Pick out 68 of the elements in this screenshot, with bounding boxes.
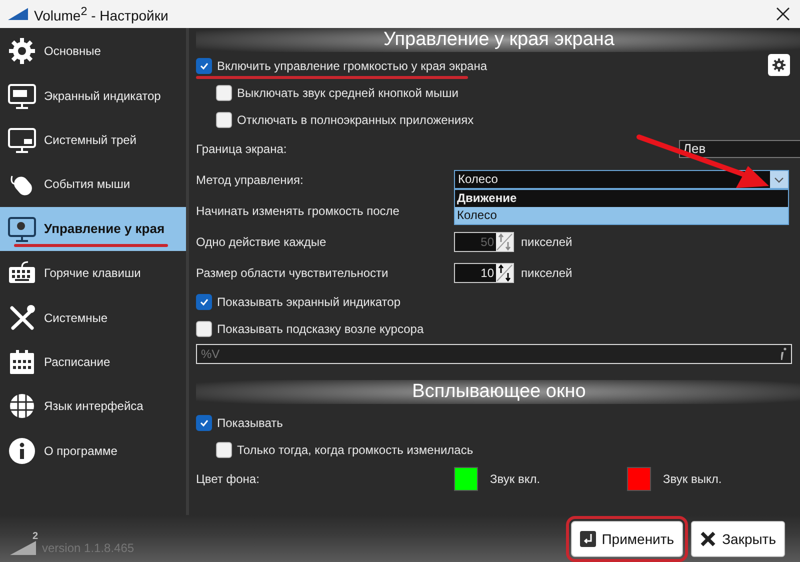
check-icon	[199, 296, 209, 306]
calendar-icon	[8, 348, 36, 376]
tools-icon	[8, 304, 36, 332]
field-label: Метод управления:	[196, 172, 304, 186]
monitor-icon	[8, 214, 36, 243]
field-label: Размер области чувствительности	[196, 266, 390, 280]
sidebar-item[interactable]: О программе	[0, 428, 186, 473]
section-header: Управление у края экрана	[196, 28, 800, 52]
section-header: Всплывающее окно	[196, 380, 800, 404]
checkbox[interactable]	[196, 320, 212, 336]
up-down-arrows-icon	[496, 232, 513, 250]
checkbox-label[interactable]: Показывать экранный индикатор	[217, 294, 401, 308]
checkbox-label[interactable]: Только тогда, когда громкость изменилась	[237, 442, 474, 456]
enter-key-icon	[580, 530, 596, 546]
monitor-icon	[8, 82, 36, 110]
sidebar-item[interactable]: Язык интерфейса	[0, 384, 186, 429]
close-icon	[700, 530, 716, 546]
field-label: Цвет фона:	[196, 472, 260, 486]
info-icon	[781, 347, 787, 361]
check-icon	[199, 418, 209, 428]
sidebar-item[interactable]: Основные	[0, 29, 186, 74]
unit-label: пикселей	[521, 266, 572, 280]
checkbox[interactable]	[196, 414, 212, 430]
sidebar-item[interactable]: Экранный индикатор	[0, 73, 186, 118]
checkbox-label[interactable]: Показывать	[217, 416, 283, 430]
dropdown-option[interactable]: Колесо	[455, 207, 788, 224]
swatch-label: Звук выкл.	[663, 472, 723, 486]
window-title: Volume$^{2}$ - Настройки	[34, 4, 170, 24]
checkbox[interactable]	[196, 294, 212, 310]
volume-logo-icon	[8, 8, 28, 20]
check-icon	[199, 60, 209, 70]
checkbox-label[interactable]: Включить управление громкостью у края экрана	[217, 58, 488, 72]
color-swatch[interactable]	[627, 467, 651, 491]
unit-label: пикселей	[521, 234, 572, 248]
checkbox-label[interactable]: Отключать в полноэкранных приложениях	[237, 112, 474, 126]
checkbox[interactable]	[196, 58, 212, 74]
sidebar-item[interactable]: Горячие клавиши	[0, 250, 186, 296]
sidebar-item[interactable]: Системный трей	[0, 118, 186, 162]
volume-logo: 2	[10, 534, 36, 554]
field-label: Одно действие каждые	[196, 234, 328, 248]
up-down-arrows-icon	[496, 264, 513, 282]
settings-icon	[772, 58, 786, 72]
sidebar-item[interactable]: События мыши	[0, 162, 186, 207]
close-icon	[776, 7, 790, 21]
close-button[interactable]: Закрыть	[691, 520, 785, 556]
volume-wedge-icon	[10, 540, 36, 554]
settings-button[interactable]	[768, 54, 790, 76]
screen-edge-dropdown[interactable]: Лев	[679, 140, 800, 158]
globe-icon	[8, 392, 36, 420]
sidebar-item[interactable]: Системные	[0, 295, 186, 340]
dropdown-button[interactable]	[770, 171, 788, 188]
field-label: Начинать изменять громкость после	[196, 204, 400, 218]
color-swatch[interactable]	[454, 467, 478, 491]
info-icon	[8, 436, 36, 465]
checkbox[interactable]	[216, 84, 232, 100]
sidebar-item[interactable]: Расписание	[0, 340, 186, 384]
field-label: Граница экрана:	[196, 142, 288, 156]
chevron-down-icon	[774, 176, 784, 184]
number-spinner[interactable]: 10	[454, 262, 514, 282]
gear-icon	[8, 37, 36, 66]
monitor-icon	[8, 126, 36, 154]
checkbox[interactable]	[216, 112, 232, 128]
sidebar-item[interactable]: Управление у края	[0, 206, 186, 251]
checkbox-label[interactable]: Выключать звук средней кнопкой мыши	[237, 86, 458, 100]
swatch-label: Звук вкл.	[490, 472, 542, 486]
dropdown-option[interactable]: Движение	[455, 190, 788, 207]
checkbox-label[interactable]: Показывать подсказку возле курсора	[217, 322, 424, 336]
checkbox[interactable]	[216, 442, 232, 458]
